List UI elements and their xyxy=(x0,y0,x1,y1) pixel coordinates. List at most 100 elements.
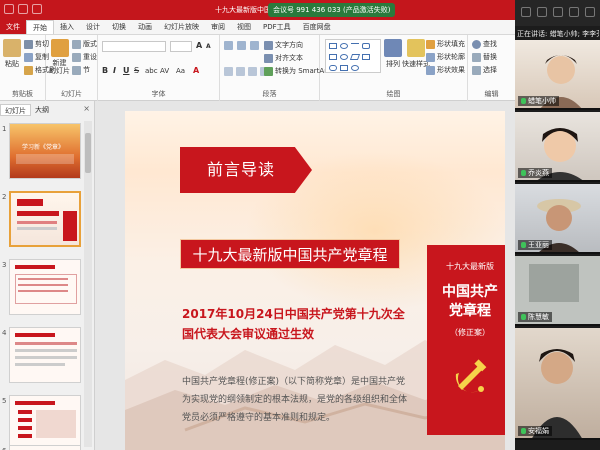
char-spacing-button[interactable]: AV xyxy=(160,67,169,75)
replace-icon xyxy=(472,52,481,62)
paste-icon xyxy=(3,39,21,57)
paste-button[interactable]: 粘贴 xyxy=(3,39,21,69)
tab-outline-pane[interactable]: 大纲 xyxy=(31,104,53,116)
participant-tile[interactable]: 王亚丽 xyxy=(515,184,600,254)
layout-button[interactable]: 版式 xyxy=(72,39,97,49)
menu-bar: 文件 开始 插入 设计 切换 动画 幻灯片放映 审阅 视图 PDF工具 百度网盘 xyxy=(0,20,515,35)
format-painter-icon xyxy=(24,65,33,75)
participant-tile[interactable]: 蜡笔小帅 xyxy=(515,40,600,110)
font-size-dropdown[interactable] xyxy=(170,41,192,52)
tab-transitions[interactable]: 切换 xyxy=(106,20,132,34)
tab-view[interactable]: 视图 xyxy=(231,20,257,34)
slide-thumbnail-2[interactable] xyxy=(9,191,81,247)
underline-button[interactable]: U xyxy=(123,66,130,75)
charter-box-subtitle: （修正案） xyxy=(450,328,490,337)
new-slide-button[interactable]: 新建 幻灯片 xyxy=(49,39,70,75)
slide-thumbnail-4[interactable] xyxy=(9,327,81,383)
find-button[interactable]: 查找 xyxy=(472,39,497,49)
strikethrough-button[interactable]: S xyxy=(134,66,139,75)
group-slides: 新建 幻灯片 版式 重设 节 幻灯片 xyxy=(46,35,98,101)
tab-design[interactable]: 设计 xyxy=(80,20,106,34)
font-name-dropdown[interactable] xyxy=(102,41,166,52)
align-left-icon xyxy=(224,67,233,76)
powerpoint-window: 十九大最新版中国共产党章程 会议号 991 436 033 (产品激活失败) 文… xyxy=(0,0,600,450)
reset-button[interactable]: 重设 xyxy=(72,52,97,62)
bold-button[interactable]: B xyxy=(102,66,108,75)
layout-icon xyxy=(72,39,81,49)
slide-body-text[interactable]: 中国共产党章程(修正案)（以下简称党章）是中国共产党为实现党的纲领制定的根本法规… xyxy=(182,373,414,427)
abc-button[interactable]: abc xyxy=(145,67,158,75)
intro-banner[interactable]: 前言导读 xyxy=(180,147,312,193)
redo-icon[interactable] xyxy=(32,4,42,14)
group-label-paragraph: 段落 xyxy=(262,90,277,98)
subtitle-banner[interactable]: 十九大最新版中国共产党章程 xyxy=(180,239,400,269)
tab-insert[interactable]: 插入 xyxy=(54,20,80,34)
quick-styles-icon xyxy=(407,39,425,57)
slide-number: 2 xyxy=(2,193,7,201)
participant-name: 王亚丽 xyxy=(518,240,552,250)
font-color-button[interactable]: A xyxy=(193,66,199,75)
slide-headline[interactable]: 2017年10月24日中国共产党第十九次全国代表大会审议通过生效 xyxy=(182,304,412,344)
slide-thumbnail-3[interactable] xyxy=(9,259,81,315)
participant-tile[interactable]: 安福娟 xyxy=(515,328,600,440)
grid-view-icon[interactable] xyxy=(521,7,531,17)
arrange-button[interactable]: 排列 xyxy=(384,39,402,69)
minimize-icon[interactable] xyxy=(553,7,563,17)
shape-effects-label: 形状效果 xyxy=(437,66,465,74)
scrollbar-thumb[interactable] xyxy=(85,133,91,173)
shape-outline-button[interactable]: 形状轮廓 xyxy=(426,52,465,62)
pane-tabs: 幻灯片 大纲 xyxy=(0,104,53,116)
text-direction-button[interactable]: 文字方向 xyxy=(264,40,303,50)
close-icon[interactable]: × xyxy=(83,104,90,113)
slide-thumbnail-6[interactable] xyxy=(9,445,81,450)
shrink-font-button[interactable]: A xyxy=(206,43,211,50)
replace-button[interactable]: 替换 xyxy=(472,52,497,62)
replace-label: 替换 xyxy=(483,53,497,61)
slide-number: 4 xyxy=(2,329,7,337)
section-button[interactable]: 节 xyxy=(72,65,90,75)
fullscreen-icon[interactable] xyxy=(585,7,595,17)
meeting-id-badge[interactable]: 会议号 991 436 033 (产品激活失败) xyxy=(268,3,396,17)
save-icon[interactable] xyxy=(4,4,14,14)
tab-slideshow[interactable]: 幻灯片放映 xyxy=(158,20,205,34)
new-slide-icon xyxy=(50,39,69,57)
undo-icon[interactable] xyxy=(18,4,28,14)
tab-review[interactable]: 审阅 xyxy=(205,20,231,34)
speaker-view-icon[interactable] xyxy=(537,7,547,17)
meeting-suffix: (产品激活失败) xyxy=(343,6,391,14)
current-slide[interactable]: 前言导读 十九大最新版中国共产党章程 2017年10月24日中国共产党第十九次全… xyxy=(125,111,505,450)
charter-title-box[interactable]: 十九大最新版 中国共产党章程 （修正案） xyxy=(427,245,505,435)
italic-button[interactable]: I xyxy=(113,66,116,75)
list-buttons[interactable] xyxy=(224,41,259,50)
reset-label: 重设 xyxy=(83,53,97,61)
slide-thumbnail-5[interactable] xyxy=(9,395,81,450)
mic-icon xyxy=(521,170,526,176)
participant-tile[interactable]: 陈慧敏 xyxy=(515,256,600,326)
align-text-button[interactable]: 对齐文本 xyxy=(264,53,303,63)
group-clipboard: 粘贴 剪切 复制 格式刷 剪贴板 xyxy=(0,35,56,101)
shape-fill-button[interactable]: 形状填充 xyxy=(426,39,465,49)
tab-slides-pane[interactable]: 幻灯片 xyxy=(0,104,31,116)
participant-name: 蜡笔小帅 xyxy=(518,96,559,106)
tab-animations[interactable]: 动画 xyxy=(132,20,158,34)
slide-thumbnail-1[interactable]: 学习新《党章》 xyxy=(9,123,81,179)
grow-font-button[interactable]: A xyxy=(196,41,202,50)
speaking-indicator: 正在讲话: 蜡笔小帅; 李李芬; 临... xyxy=(517,30,599,38)
participant-tile[interactable]: 乔炎燕 xyxy=(515,112,600,182)
select-button[interactable]: 选择 xyxy=(472,65,497,75)
tab-pdf-tools[interactable]: PDF工具 xyxy=(257,20,297,34)
settings-icon[interactable] xyxy=(569,7,579,17)
change-case-button[interactable]: Aa xyxy=(176,67,185,75)
numbering-icon xyxy=(237,41,246,50)
align-buttons[interactable] xyxy=(224,67,269,76)
shapes-gallery[interactable] xyxy=(325,39,381,73)
copy-icon xyxy=(24,52,33,62)
shape-effects-button[interactable]: 形状效果 xyxy=(426,65,465,75)
tab-home[interactable]: 开始 xyxy=(26,20,54,34)
arrange-icon xyxy=(384,39,402,57)
arrange-label: 排列 xyxy=(386,60,400,68)
tab-baidu-netdisk[interactable]: 百度网盘 xyxy=(297,20,337,34)
align-center-icon xyxy=(236,67,245,76)
tab-file[interactable]: 文件 xyxy=(0,20,26,34)
pane-scrollbar[interactable] xyxy=(84,121,92,447)
